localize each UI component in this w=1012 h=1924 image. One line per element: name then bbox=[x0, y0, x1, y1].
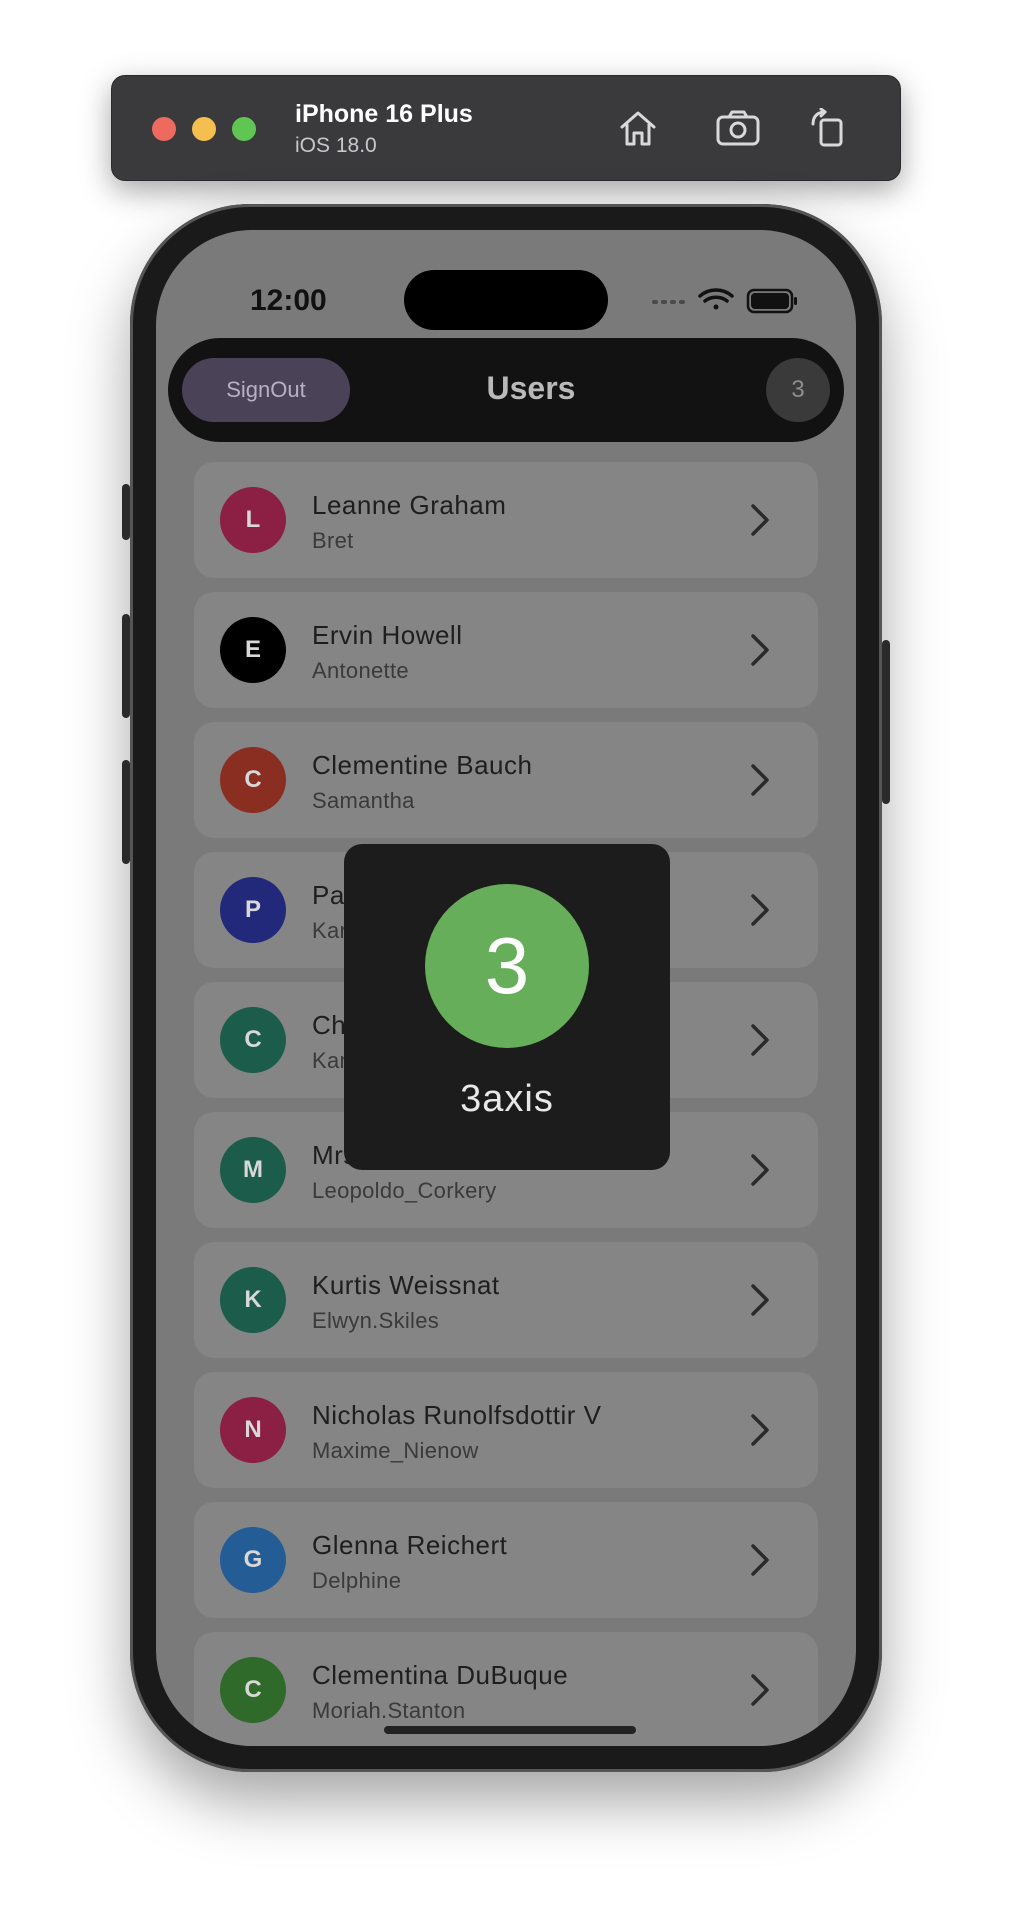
chevron-right-icon bbox=[751, 1284, 769, 1316]
user-name: Clementina DuBuque bbox=[312, 1660, 569, 1690]
chevron-right-icon bbox=[751, 894, 769, 926]
chevron-right-icon bbox=[751, 634, 769, 666]
user-name: Leanne Graham bbox=[312, 490, 507, 520]
home-button[interactable] bbox=[614, 104, 662, 152]
app-bar: SignOut Users 3 bbox=[168, 338, 844, 442]
chevron-right-icon bbox=[751, 1154, 769, 1186]
avatar: M bbox=[220, 1137, 286, 1203]
avatar: K bbox=[220, 1267, 286, 1333]
chevron-right-icon bbox=[751, 764, 769, 796]
avatar: C bbox=[220, 747, 286, 813]
status-icons bbox=[652, 288, 797, 314]
zoom-window-button[interactable] bbox=[232, 117, 256, 141]
home-indicator bbox=[384, 1726, 636, 1734]
chevron-right-icon bbox=[751, 1024, 769, 1056]
user-list-item[interactable]: C Clementine Bauch Samantha bbox=[194, 722, 818, 838]
user-count-badge[interactable]: 3 bbox=[766, 358, 830, 422]
user-username: Leopoldo_Corkery bbox=[312, 1178, 497, 1203]
dynamic-island bbox=[404, 270, 608, 330]
user-list-item[interactable]: N Nicholas Runolfsdottir V Maxime_Nienow bbox=[194, 1372, 818, 1488]
user-name: Kurtis Weissnat bbox=[312, 1270, 500, 1300]
chevron-right-icon bbox=[751, 504, 769, 536]
avatar: N bbox=[220, 1397, 286, 1463]
user-name: Ervin Howell bbox=[312, 620, 463, 650]
user-username: Delphine bbox=[312, 1568, 402, 1593]
volume-down-button bbox=[122, 760, 130, 864]
chevron-right-icon bbox=[751, 1674, 769, 1706]
os-version: iOS 18.0 bbox=[295, 134, 377, 157]
simulator-stage: iPhone 16 Plus iOS 18.0 12:00 SignOut Us… bbox=[0, 0, 1012, 1924]
user-username: Samantha bbox=[312, 788, 415, 813]
user-list-item[interactable]: E Ervin Howell Antonette bbox=[194, 592, 818, 708]
rotate-icon bbox=[811, 108, 843, 147]
wifi-icon bbox=[698, 288, 734, 310]
page-title: Users bbox=[486, 370, 576, 406]
chevron-right-icon bbox=[751, 1544, 769, 1576]
battery-icon bbox=[746, 288, 797, 314]
action-button bbox=[122, 484, 130, 540]
close-window-button[interactable] bbox=[152, 117, 176, 141]
user-username: Moriah.Stanton bbox=[312, 1698, 466, 1723]
avatar: P bbox=[220, 877, 286, 943]
avatar: C bbox=[220, 1007, 286, 1073]
avatar: C bbox=[220, 1657, 286, 1723]
user-list-item[interactable]: L Leanne Graham Bret bbox=[194, 462, 818, 578]
rotate-button[interactable] bbox=[804, 104, 852, 152]
user-username: Maxime_Nienow bbox=[312, 1438, 479, 1463]
home-icon bbox=[620, 111, 656, 146]
count-circle: 3 bbox=[425, 884, 589, 1048]
user-username: Elwyn.Skiles bbox=[312, 1308, 440, 1333]
screenshot-button[interactable] bbox=[714, 104, 762, 152]
status-time: 12:00 bbox=[250, 284, 327, 317]
user-list-item[interactable]: G Glenna Reichert Delphine bbox=[194, 1502, 818, 1618]
user-name: Glenna Reichert bbox=[312, 1530, 508, 1560]
screenshot-icon bbox=[716, 110, 760, 146]
user-username: Bret bbox=[312, 528, 354, 553]
volume-up-button bbox=[122, 614, 130, 718]
avatar: L bbox=[220, 487, 286, 553]
device-name: iPhone 16 Plus bbox=[295, 100, 473, 128]
user-list-item[interactable]: K Kurtis Weissnat Elwyn.Skiles bbox=[194, 1242, 818, 1358]
overlay-label: 3axis bbox=[460, 1078, 554, 1120]
avatar: E bbox=[220, 617, 286, 683]
simulator-toolbar: iPhone 16 Plus iOS 18.0 bbox=[111, 75, 901, 181]
chevron-right-icon bbox=[751, 1414, 769, 1446]
side-button bbox=[882, 640, 890, 804]
avatar: G bbox=[220, 1527, 286, 1593]
minimize-window-button[interactable] bbox=[192, 117, 216, 141]
count-overlay-dialog: 3 3axis bbox=[344, 844, 670, 1170]
signal-icon bbox=[652, 300, 685, 304]
user-username: Antonette bbox=[312, 658, 409, 683]
user-name: Clementine Bauch bbox=[312, 750, 533, 780]
user-name: Nicholas Runolfsdottir V bbox=[312, 1400, 602, 1430]
